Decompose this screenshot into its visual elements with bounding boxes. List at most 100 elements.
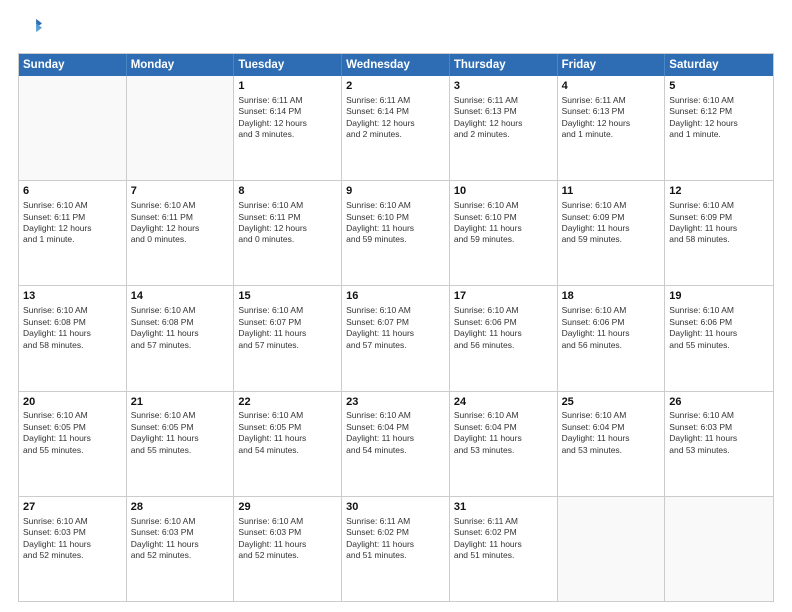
day-info: Daylight: 11 hours [238,433,337,444]
day-number: 24 [454,395,553,410]
day-info: Daylight: 11 hours [669,328,769,339]
cal-week-2: 6Sunrise: 6:10 AMSunset: 6:11 PMDaylight… [19,181,773,286]
cal-cell: 16Sunrise: 6:10 AMSunset: 6:07 PMDayligh… [342,286,450,390]
day-info: Sunrise: 6:10 AM [562,305,661,316]
day-info: Sunrise: 6:10 AM [669,95,769,106]
day-info: and 54 minutes. [238,445,337,456]
cal-cell: 1Sunrise: 6:11 AMSunset: 6:14 PMDaylight… [234,76,342,180]
logo-icon [20,16,42,38]
day-number: 14 [131,289,230,304]
day-number: 26 [669,395,769,410]
cal-header-wednesday: Wednesday [342,54,450,76]
day-info: Sunrise: 6:10 AM [238,200,337,211]
day-info: Sunset: 6:11 PM [131,212,230,223]
cal-header-friday: Friday [558,54,666,76]
day-info: Sunrise: 6:11 AM [454,516,553,527]
day-number: 27 [23,500,122,515]
day-info: Daylight: 11 hours [454,223,553,234]
day-info: and 2 minutes. [346,129,445,140]
cal-header-thursday: Thursday [450,54,558,76]
day-info: Sunrise: 6:10 AM [454,200,553,211]
day-number: 25 [562,395,661,410]
day-info: Daylight: 11 hours [562,433,661,444]
calendar-body: 1Sunrise: 6:11 AMSunset: 6:14 PMDaylight… [19,76,773,601]
day-info: Daylight: 12 hours [454,118,553,129]
cal-cell: 22Sunrise: 6:10 AMSunset: 6:05 PMDayligh… [234,392,342,496]
day-info: and 1 minute. [23,234,122,245]
cal-cell: 26Sunrise: 6:10 AMSunset: 6:03 PMDayligh… [665,392,773,496]
cal-week-1: 1Sunrise: 6:11 AMSunset: 6:14 PMDaylight… [19,76,773,181]
day-info: Sunrise: 6:11 AM [346,516,445,527]
day-number: 23 [346,395,445,410]
day-info: and 56 minutes. [454,340,553,351]
day-info: Sunrise: 6:10 AM [238,305,337,316]
cal-cell: 29Sunrise: 6:10 AMSunset: 6:03 PMDayligh… [234,497,342,601]
day-info: Sunset: 6:08 PM [23,317,122,328]
day-info: Sunrise: 6:10 AM [669,200,769,211]
day-info: Daylight: 11 hours [669,433,769,444]
cal-header-saturday: Saturday [665,54,773,76]
day-info: Sunrise: 6:10 AM [23,305,122,316]
header [18,16,774,43]
day-info: Daylight: 12 hours [669,118,769,129]
day-info: Sunset: 6:03 PM [23,527,122,538]
cal-cell: 11Sunrise: 6:10 AMSunset: 6:09 PMDayligh… [558,181,666,285]
cal-cell: 5Sunrise: 6:10 AMSunset: 6:12 PMDaylight… [665,76,773,180]
day-number: 31 [454,500,553,515]
day-info: Sunset: 6:04 PM [562,422,661,433]
day-info: and 59 minutes. [454,234,553,245]
day-info: Sunset: 6:05 PM [131,422,230,433]
day-info: Daylight: 12 hours [23,223,122,234]
day-info: Daylight: 12 hours [238,223,337,234]
cal-cell: 13Sunrise: 6:10 AMSunset: 6:08 PMDayligh… [19,286,127,390]
cal-cell: 14Sunrise: 6:10 AMSunset: 6:08 PMDayligh… [127,286,235,390]
cal-cell: 20Sunrise: 6:10 AMSunset: 6:05 PMDayligh… [19,392,127,496]
day-info: Daylight: 11 hours [346,328,445,339]
day-info: and 53 minutes. [454,445,553,456]
day-info: Daylight: 12 hours [562,118,661,129]
cal-cell: 28Sunrise: 6:10 AMSunset: 6:03 PMDayligh… [127,497,235,601]
day-info: Sunrise: 6:10 AM [238,410,337,421]
day-info: Sunset: 6:14 PM [346,106,445,117]
cal-cell: 19Sunrise: 6:10 AMSunset: 6:06 PMDayligh… [665,286,773,390]
day-info: Sunrise: 6:10 AM [346,200,445,211]
day-info: Sunset: 6:02 PM [346,527,445,538]
day-info: and 51 minutes. [454,550,553,561]
day-info: Daylight: 11 hours [562,223,661,234]
day-info: Daylight: 12 hours [238,118,337,129]
day-info: and 53 minutes. [669,445,769,456]
day-info: Daylight: 12 hours [131,223,230,234]
day-number: 18 [562,289,661,304]
day-info: and 52 minutes. [238,550,337,561]
day-info: Daylight: 11 hours [131,433,230,444]
cal-cell: 24Sunrise: 6:10 AMSunset: 6:04 PMDayligh… [450,392,558,496]
day-number: 8 [238,184,337,199]
day-info: Sunrise: 6:10 AM [131,305,230,316]
day-info: Sunset: 6:14 PM [238,106,337,117]
day-info: Sunrise: 6:11 AM [238,95,337,106]
day-info: and 57 minutes. [238,340,337,351]
day-info: Sunset: 6:13 PM [562,106,661,117]
day-info: Sunrise: 6:10 AM [346,410,445,421]
day-number: 6 [23,184,122,199]
day-info: Sunrise: 6:10 AM [23,410,122,421]
day-info: Sunset: 6:09 PM [562,212,661,223]
cal-cell: 23Sunrise: 6:10 AMSunset: 6:04 PMDayligh… [342,392,450,496]
day-number: 22 [238,395,337,410]
day-info: Sunset: 6:04 PM [346,422,445,433]
day-number: 17 [454,289,553,304]
day-info: and 58 minutes. [23,340,122,351]
day-info: Daylight: 11 hours [346,433,445,444]
day-info: Sunrise: 6:10 AM [23,516,122,527]
day-info: and 52 minutes. [23,550,122,561]
day-info: Daylight: 11 hours [23,433,122,444]
cal-cell [127,76,235,180]
day-info: Sunrise: 6:10 AM [131,410,230,421]
cal-cell: 27Sunrise: 6:10 AMSunset: 6:03 PMDayligh… [19,497,127,601]
day-info: and 2 minutes. [454,129,553,140]
day-info: Sunset: 6:07 PM [346,317,445,328]
day-info: Sunset: 6:12 PM [669,106,769,117]
day-number: 12 [669,184,769,199]
day-info: Sunrise: 6:11 AM [562,95,661,106]
day-info: Sunset: 6:07 PM [238,317,337,328]
